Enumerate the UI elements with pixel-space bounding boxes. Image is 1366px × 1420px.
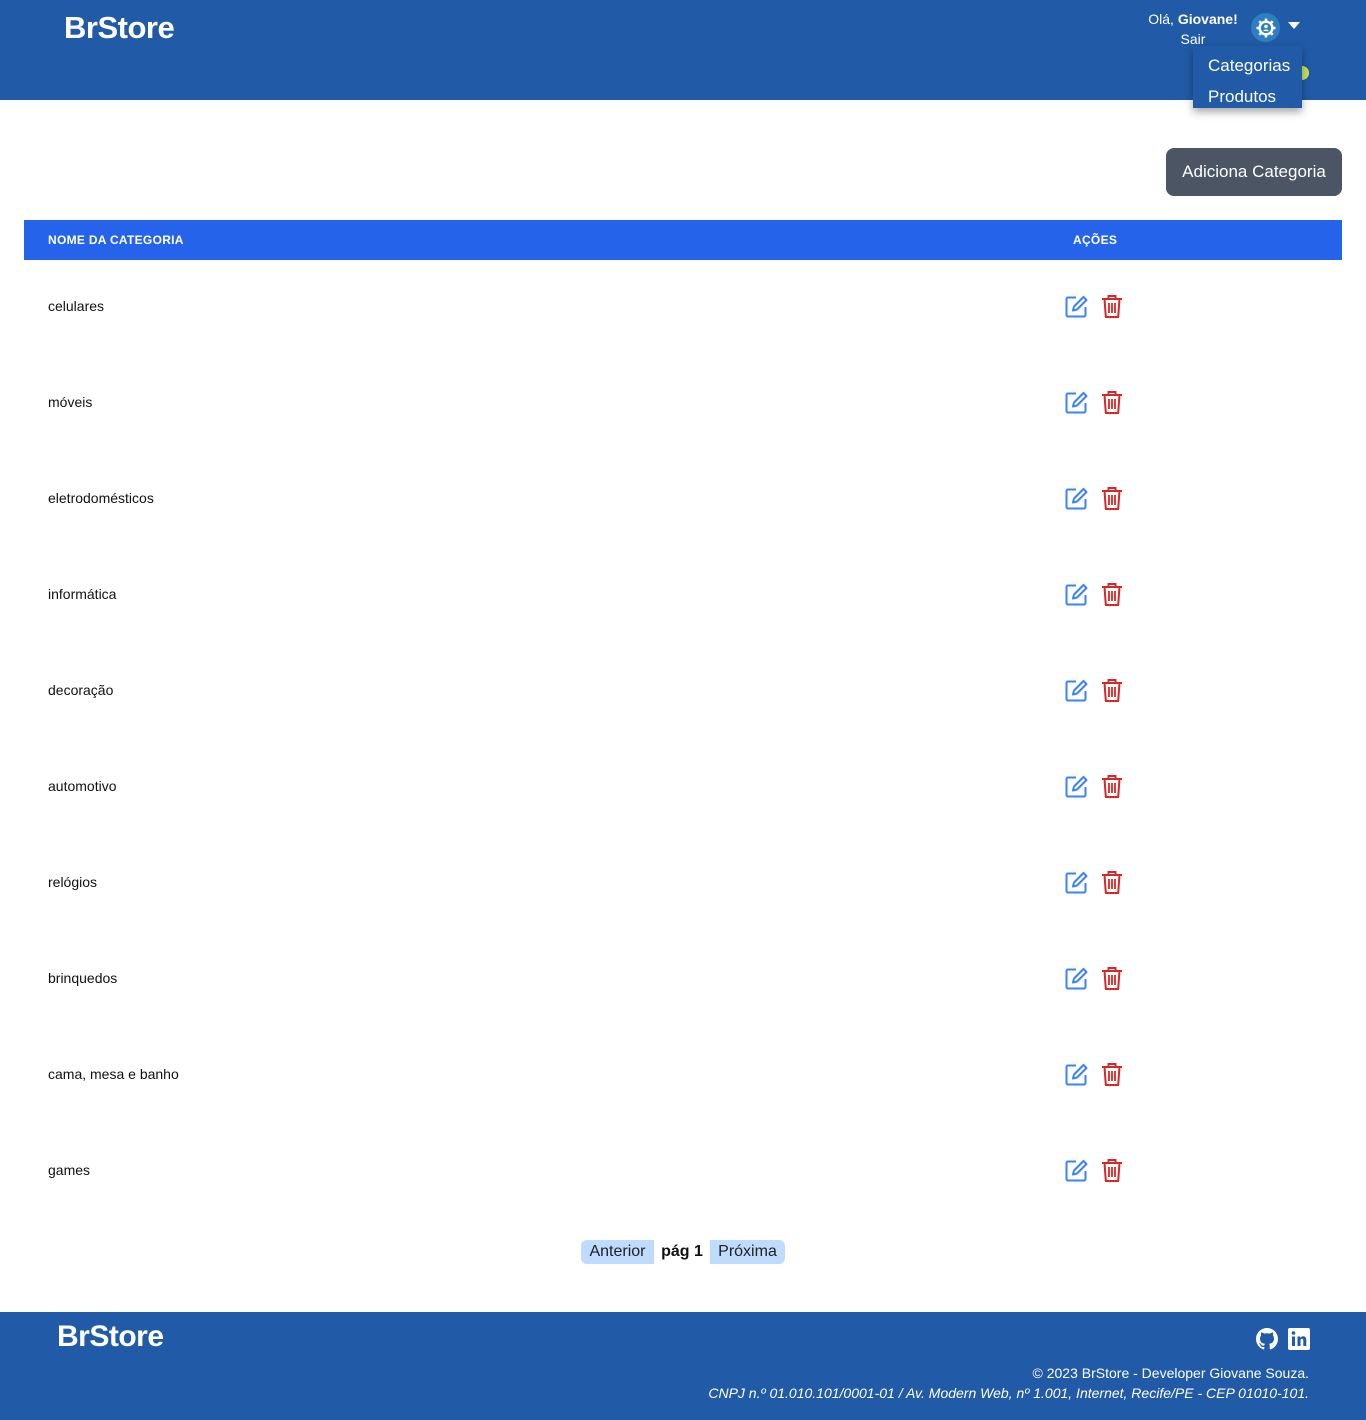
trash-icon[interactable] (1101, 486, 1123, 511)
trash-icon[interactable] (1101, 294, 1123, 319)
user-name: Giovane! (1177, 11, 1238, 27)
user-greeting: Olá, Giovane! Sair (1142, 9, 1244, 49)
trash-icon[interactable] (1101, 774, 1123, 799)
greeting-prefix: Olá, (1148, 11, 1178, 27)
category-name: brinquedos (48, 970, 118, 986)
current-page-label: pág 1 (661, 1243, 703, 1260)
table-row: informática (24, 548, 1342, 644)
table-row: relógios (24, 836, 1342, 932)
trash-icon[interactable] (1101, 1158, 1123, 1183)
previous-page-button[interactable]: Anterior (581, 1240, 654, 1264)
category-name: relógios (48, 874, 98, 890)
column-header-actions: AÇÕES (1073, 233, 1118, 247)
table-row: automotivo (24, 740, 1342, 836)
menu-item-produtos[interactable]: Produtos (1193, 81, 1302, 112)
trash-icon[interactable] (1101, 582, 1123, 607)
category-name: móveis (48, 394, 93, 410)
table-row: eletrodomésticos (24, 452, 1342, 548)
edit-icon[interactable] (1064, 774, 1089, 799)
user-gear-icon[interactable] (1251, 13, 1280, 42)
admin-dropdown-menu: Categorias Produtos (1193, 46, 1302, 108)
category-name: eletrodomésticos (48, 490, 154, 506)
add-category-button[interactable]: Adiciona Categoria (1166, 148, 1342, 196)
column-header-name: NOME DA CATEGORIA (48, 233, 184, 247)
trash-icon[interactable] (1101, 966, 1123, 991)
edit-icon[interactable] (1064, 1062, 1089, 1087)
table-row: brinquedos (24, 932, 1342, 1028)
category-name: celulares (48, 298, 105, 314)
caret-down-icon[interactable] (1288, 22, 1300, 29)
category-name: decoração (48, 682, 114, 698)
edit-icon[interactable] (1064, 870, 1089, 895)
trash-icon[interactable] (1101, 678, 1123, 703)
trash-icon[interactable] (1101, 870, 1123, 895)
edit-icon[interactable] (1064, 294, 1089, 319)
trash-icon[interactable] (1101, 1062, 1123, 1087)
footer-brand-logo[interactable]: BrStore (57, 1320, 164, 1354)
next-page-button[interactable]: Próxima (710, 1240, 785, 1264)
brand-logo[interactable]: BrStore (64, 10, 175, 46)
category-name: automotivo (48, 778, 117, 794)
edit-icon[interactable] (1064, 1158, 1089, 1183)
footer-address: CNPJ n.º 01.010.101/0001-01 / Av. Modern… (708, 1385, 1309, 1401)
github-icon[interactable] (1256, 1328, 1278, 1350)
edit-icon[interactable] (1064, 966, 1089, 991)
edit-icon[interactable] (1064, 678, 1089, 703)
edit-icon[interactable] (1064, 486, 1089, 511)
pagination: Anterior pág 1 Próxima (0, 1240, 1366, 1264)
table-row: móveis (24, 356, 1342, 452)
table-row: cama, mesa e banho (24, 1028, 1342, 1124)
category-name: cama, mesa e banho (48, 1066, 179, 1082)
site-header: BrStore Olá, Giovane! Sair Categorias Pr… (0, 0, 1366, 108)
linkedin-icon[interactable] (1288, 1328, 1310, 1350)
category-table-body: celulares móveis eletrodomésticos inform… (24, 260, 1342, 1220)
trash-icon[interactable] (1101, 390, 1123, 415)
edit-icon[interactable] (1064, 582, 1089, 607)
edit-icon[interactable] (1064, 390, 1089, 415)
footer-copyright: © 2023 BrStore - Developer Giovane Souza… (1032, 1365, 1309, 1381)
table-row: games (24, 1124, 1342, 1220)
category-name: games (48, 1162, 91, 1178)
greeting-text: Olá, Giovane! (1142, 9, 1244, 29)
table-row: decoração (24, 644, 1342, 740)
table-row: celulares (24, 260, 1342, 356)
category-name: informática (48, 586, 117, 602)
menu-item-categorias[interactable]: Categorias (1193, 50, 1302, 81)
site-footer: BrStore © 2023 BrStore - Developer Giova… (0, 1312, 1366, 1420)
table-header: NOME DA CATEGORIA AÇÕES (24, 220, 1342, 260)
